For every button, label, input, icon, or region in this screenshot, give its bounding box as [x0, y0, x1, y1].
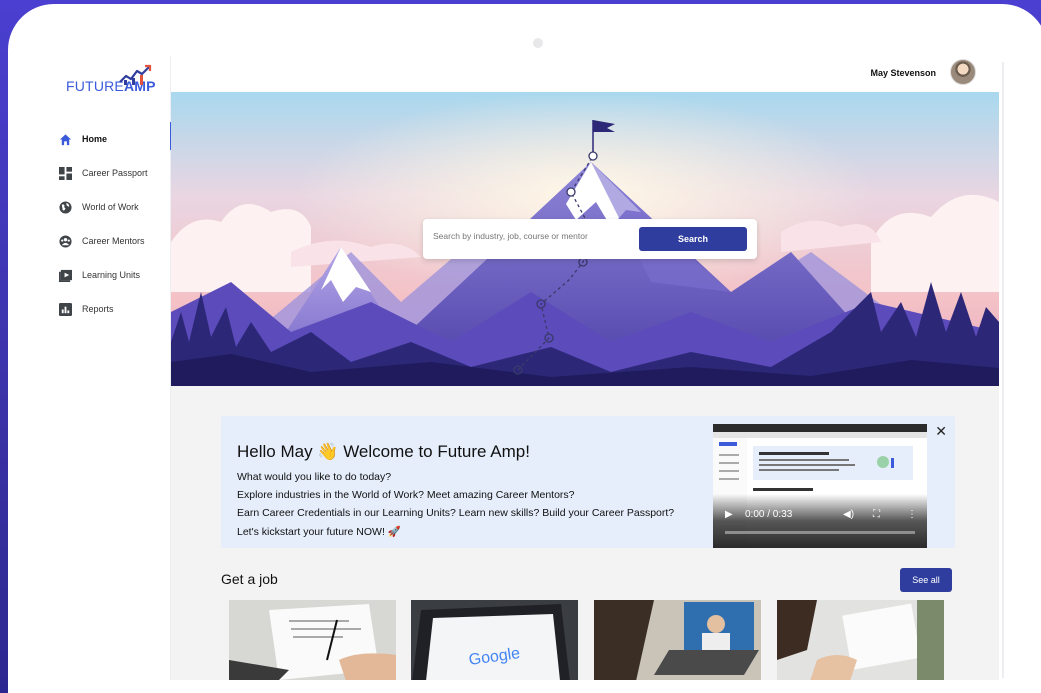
hero-banner: Search	[171, 92, 999, 386]
sidebar-item-label: Reports	[82, 304, 114, 314]
welcome-panel: Hello May 👋 Welcome to Future Amp! What …	[221, 416, 955, 548]
job-card[interactable]	[229, 600, 396, 680]
home-icon	[58, 132, 72, 146]
chart-icon	[58, 302, 72, 316]
video-controls	[713, 494, 927, 548]
sidebar-item-label: World of Work	[82, 202, 139, 212]
sidebar-nav: Home Career Passport World of Work Caree…	[40, 122, 172, 326]
job-card-image	[777, 600, 944, 680]
volume-icon[interactable]: ◀)	[843, 509, 854, 520]
job-card-image: Google	[411, 600, 578, 680]
avatar[interactable]	[950, 59, 976, 85]
sidebar-item-label: Career Passport	[82, 168, 148, 178]
search-button[interactable]: Search	[639, 227, 747, 251]
sidebar-item-label: Home	[82, 134, 108, 144]
video-time: 0:00 / 0:33	[745, 509, 793, 520]
job-card-image	[229, 600, 396, 680]
play-icon[interactable]: ▶	[725, 509, 733, 520]
topbar: May Stevenson	[171, 56, 1002, 92]
sidebar-item-learning-units[interactable]: Learning Units	[40, 258, 171, 292]
close-icon[interactable]: ✕	[935, 424, 947, 438]
sidebar-item-home[interactable]: Home	[40, 122, 172, 156]
camera-dot	[533, 38, 543, 48]
sidebar-item-world-of-work[interactable]: World of Work	[40, 190, 171, 224]
see-all-button[interactable]: See all	[900, 568, 952, 592]
sidebar-item-reports[interactable]: Reports	[40, 292, 171, 326]
user-name[interactable]: May Stevenson	[870, 68, 936, 78]
sidebar-item-career-passport[interactable]: Career Passport	[40, 156, 171, 190]
welcome-title: Hello May 👋 Welcome to Future Amp!	[237, 442, 530, 461]
job-card[interactable]	[777, 600, 944, 680]
grid-icon	[58, 166, 72, 180]
fullscreen-icon[interactable]: ⛶	[873, 509, 880, 520]
section-title: Get a job	[221, 571, 278, 587]
sidebar-item-label: Career Mentors	[82, 236, 145, 246]
video-progress[interactable]	[725, 531, 915, 534]
app-screen: FUTUREAMP Home Career Passport World of …	[40, 56, 1002, 680]
logo-part1: FUTURE	[66, 78, 124, 94]
main-content: Hello May 👋 Welcome to Future Amp! What …	[171, 386, 999, 680]
job-card[interactable]: Google	[411, 600, 578, 680]
globe-icon	[58, 200, 72, 214]
welcome-line: Let's kickstart your future NOW! 🚀	[237, 526, 401, 538]
sidebar: FUTUREAMP Home Career Passport World of …	[40, 56, 172, 680]
search-box: Search	[423, 219, 757, 259]
job-card-image	[594, 600, 761, 680]
welcome-line: Earn Career Credentials in our Learning …	[237, 507, 675, 519]
mentor-icon	[58, 234, 72, 248]
sidebar-item-career-mentors[interactable]: Career Mentors	[40, 224, 171, 258]
search-input[interactable]	[433, 231, 633, 241]
welcome-line: What would you like to do today?	[237, 471, 392, 483]
logo-graph-icon	[119, 64, 152, 85]
job-card[interactable]	[594, 600, 761, 680]
more-icon[interactable]: ⋮	[907, 509, 917, 520]
sidebar-item-label: Learning Units	[82, 270, 141, 280]
welcome-line: Explore industries in the World of Work?…	[237, 489, 575, 501]
welcome-video[interactable]: ▶ 0:00 / 0:33 ◀) ⛶ ⋮	[713, 424, 927, 548]
play-icon	[58, 268, 72, 282]
